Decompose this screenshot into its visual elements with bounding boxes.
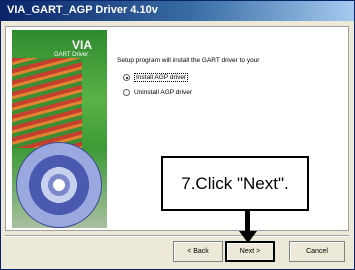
banner-subtitle: GART Driver [54, 52, 89, 58]
installer-window: VIA_GART_AGP Driver 4.10v VIA GART Drive… [0, 0, 355, 270]
via-logo: VIA [72, 38, 93, 52]
instruction-callout: 7.Click "Next". [161, 156, 309, 211]
option-install-label: Install AGP driver [134, 73, 189, 83]
option-install[interactable]: Install AGP driver [123, 73, 189, 83]
callout-arrow-stem [245, 211, 250, 233]
cd-disc-icon [16, 142, 102, 228]
banner-stripes [12, 58, 82, 148]
title-bar[interactable]: VIA_GART_AGP Driver 4.10v [1, 1, 354, 21]
button-separator [5, 235, 349, 237]
option-uninstall-label: Uninstall AGP driver [134, 89, 193, 97]
radio-selected-icon[interactable] [123, 74, 130, 81]
back-button[interactable]: < Back [173, 241, 223, 262]
radio-unselected-icon[interactable] [123, 89, 130, 96]
option-uninstall[interactable]: Uninstall AGP driver [123, 89, 192, 96]
window-title: VIA_GART_AGP Driver 4.10v [7, 4, 158, 16]
cancel-button[interactable]: Cancel [289, 241, 345, 262]
via-banner-image: VIA GART Driver [12, 30, 107, 228]
setup-description: Setup program will install the GART driv… [117, 57, 260, 64]
arrow-down-icon [239, 231, 257, 243]
next-button[interactable]: Next > [225, 241, 275, 262]
